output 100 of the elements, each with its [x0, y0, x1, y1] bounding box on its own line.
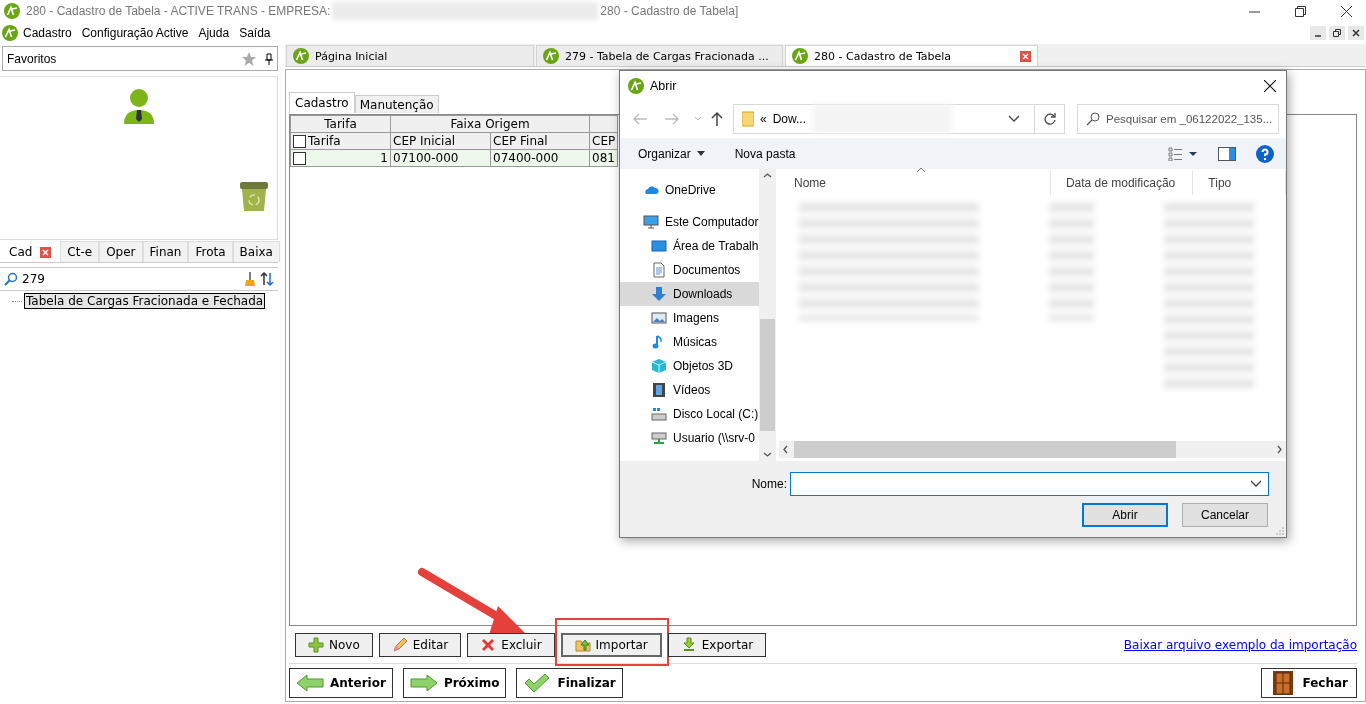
refresh-button[interactable] [1035, 104, 1065, 134]
right-arrow-icon [409, 673, 438, 693]
column-header[interactable]: Tipo [1193, 171, 1286, 195]
window-title-suffix: 280 - Cadastro de Tabela] [600, 4, 739, 18]
column-header: CEP [589, 132, 618, 150]
nav-item[interactable]: Este Computador [620, 210, 759, 234]
nav-item[interactable]: Usuario (\\srv-0 [620, 426, 759, 450]
nav-item[interactable]: Vídeos [620, 378, 759, 402]
tab[interactable]: Ct-e [60, 241, 100, 262]
field-label: Nome: [751, 477, 787, 491]
network-icon [651, 430, 667, 446]
menu-item[interactable]: Configuração Active [76, 26, 194, 40]
x-icon [480, 637, 497, 653]
tab[interactable]: Cadastro [289, 92, 355, 113]
tab[interactable]: Frota [188, 241, 233, 262]
person-icon [122, 88, 155, 124]
column-header: CEP Inicial [390, 132, 491, 150]
edit-button[interactable]: Editar [378, 633, 462, 657]
dialog-title: Abrir [650, 78, 677, 93]
document-tab[interactable]: 279 - Tabela de Cargas Fracionada ... [536, 45, 783, 66]
pin-icon[interactable] [265, 52, 273, 65]
dialog-button[interactable]: Abrir [1082, 503, 1168, 527]
table-cell: 081 [589, 149, 618, 167]
column-header[interactable]: Nome [779, 171, 1051, 195]
tab[interactable]: Oper [99, 241, 143, 262]
nav-item[interactable]: Downloads [620, 282, 759, 306]
search-field[interactable]: 279 [22, 272, 240, 286]
nav-item[interactable]: Imagens [620, 306, 759, 330]
down-chevron-icon [763, 452, 772, 457]
restore-icon[interactable] [1329, 26, 1345, 40]
folder-icon [742, 111, 754, 127]
chevron-down-icon [1250, 480, 1262, 488]
left-chevron-icon [783, 445, 788, 454]
restore-icon[interactable] [1295, 5, 1306, 17]
videos-icon [651, 382, 667, 398]
plus-icon [308, 637, 324, 653]
minimize-icon[interactable] [1310, 26, 1326, 40]
table-cell: 1 [380, 151, 388, 165]
nav-item[interactable]: Objetos 3D [620, 354, 759, 378]
column-group-header: Faixa Origem [390, 115, 590, 133]
tab[interactable]: Finan [142, 241, 189, 262]
nav-item[interactable]: Disco Local (C:) [620, 402, 759, 426]
sort-icon[interactable] [260, 272, 274, 286]
nav-item[interactable]: Músicas [620, 330, 759, 354]
trash-can-icon[interactable] [239, 180, 269, 212]
up-arrow-icon[interactable] [710, 111, 724, 127]
menu-item[interactable]: Saída [234, 26, 276, 40]
tab[interactable]: Manutenção [354, 95, 439, 113]
chevron-down-icon[interactable] [1008, 115, 1020, 123]
import-button[interactable]: Importar [560, 633, 662, 657]
scrollbar[interactable] [779, 441, 1286, 458]
next-button[interactable]: Próximo [402, 668, 507, 698]
tree-item[interactable]: Tabela de Cargas Fracionada e Fechada [24, 293, 266, 309]
search-field[interactable]: Pesquisar em _06122022_135... [1077, 104, 1279, 134]
search-icon [4, 272, 18, 286]
star-icon[interactable] [241, 50, 257, 67]
view-list-icon[interactable] [1168, 146, 1198, 161]
link[interactable]: Baixar arquivo exemplo da importação [1123, 638, 1357, 652]
close-button[interactable]: Fechar [1261, 668, 1357, 698]
search-icon [1086, 112, 1100, 126]
nav-item[interactable]: OneDrive [620, 178, 759, 202]
close-icon[interactable] [1348, 26, 1364, 40]
logo-icon [628, 77, 644, 94]
delete-button[interactable]: Excluir [467, 633, 555, 657]
table-cell: 07400-000 [490, 149, 590, 167]
document-tab[interactable]: 280 - Cadastro de Tabela [785, 45, 1038, 66]
checkbox[interactable] [293, 151, 306, 165]
scrollbar[interactable] [759, 169, 776, 461]
pictures-icon [651, 310, 667, 326]
toolbar-button[interactable]: Nova pasta [734, 146, 796, 161]
dialog-button[interactable]: Cancelar [1182, 503, 1268, 527]
menu-item[interactable]: Cadastro [18, 26, 77, 40]
nav-item[interactable]: Área de Trabalh [620, 234, 759, 258]
folder-up-arrow-icon [574, 637, 591, 653]
close-icon[interactable] [1264, 79, 1276, 92]
menu-item[interactable]: Ajuda [193, 26, 235, 40]
breadcrumb-item[interactable]: Dow... [772, 112, 807, 126]
window-title: 280 - Cadastro de Tabela - ACTIVE TRANS - EMPRESA: [26, 4, 331, 18]
pencil-icon [391, 637, 408, 653]
help-icon[interactable] [1256, 144, 1274, 163]
left-arrow-icon [296, 673, 324, 693]
logo-icon [792, 48, 808, 64]
checkbox[interactable] [293, 134, 306, 148]
preview-pane-icon[interactable] [1218, 146, 1236, 161]
address-bar[interactable]: « Dow... [733, 104, 1035, 134]
document-tab[interactable]: Página Inicial [286, 45, 534, 66]
caret-icon [696, 151, 705, 156]
favorites-label: Favoritos [7, 51, 58, 66]
broom-icon[interactable] [244, 272, 256, 286]
column-header[interactable]: Data de modificação [1050, 171, 1194, 195]
finish-button[interactable]: Finalizar [516, 668, 623, 698]
close-icon[interactable] [1341, 5, 1352, 17]
add-button[interactable]: Novo [295, 633, 373, 657]
previous-button[interactable]: Anterior [289, 668, 393, 698]
nav-item[interactable]: Documentos [620, 258, 759, 282]
export-button[interactable]: Exportar [667, 633, 767, 657]
computer-icon [643, 214, 659, 230]
tab[interactable]: Baixa [232, 241, 280, 262]
filename-field[interactable] [790, 472, 1269, 496]
organize-menu[interactable]: Organizar [638, 146, 705, 161]
